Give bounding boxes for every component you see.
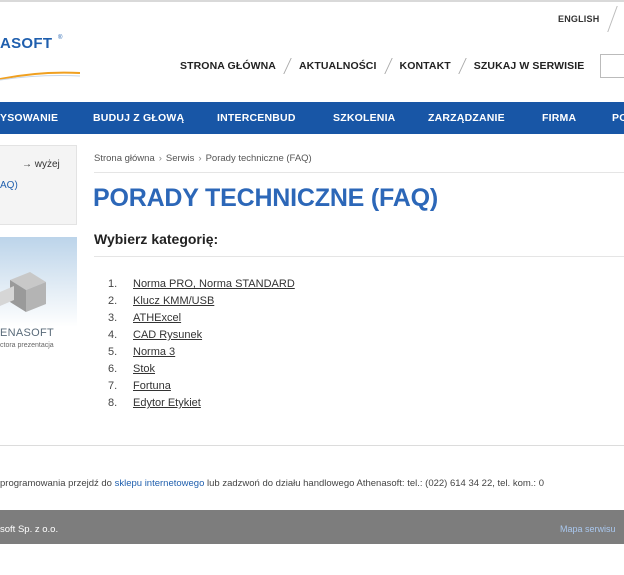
footer-contact-note: programowania przejdź do sklepu internet… <box>0 478 544 489</box>
category-link[interactable]: Norma 3 <box>133 346 175 363</box>
category-link[interactable]: Fortuna <box>133 380 171 397</box>
list-item-number: 3. <box>108 312 118 324</box>
sidebar-up-link[interactable]: → wyżej <box>22 159 60 170</box>
category-link[interactable]: ATHExcel <box>133 312 181 329</box>
athenasoft-logo[interactable]: ASOFT ® <box>0 33 80 93</box>
header-slash-divider <box>607 6 618 32</box>
list-item-number: 7. <box>108 380 118 392</box>
list-item-number: 6. <box>108 363 118 375</box>
top-divider <box>0 0 624 2</box>
breadcrumb-separator: › <box>158 153 162 164</box>
list-item-number: 1. <box>108 278 118 290</box>
category-heading: Wybierz kategorię: <box>94 231 219 247</box>
page-title: PORADY TECHNICZNE (FAQ) <box>93 184 438 212</box>
list-item: 8. Edytor Etykiet <box>108 397 295 414</box>
breadcrumb-divider <box>94 172 624 173</box>
copyright-text: soft Sp. z o.o. <box>0 524 59 535</box>
logo-swoosh-icon <box>0 71 80 81</box>
topnav-separator <box>383 58 393 74</box>
list-item: 6. Stok <box>108 363 295 380</box>
list-item: 5. Norma 3 <box>108 346 295 363</box>
list-item-number: 2. <box>108 295 118 307</box>
list-item: 4. CAD Rysunek <box>108 329 295 346</box>
breadcrumb-separator: › <box>198 153 202 164</box>
list-item: 3. ATHExcel <box>108 312 295 329</box>
category-link[interactable]: CAD Rysunek <box>133 329 202 346</box>
mainnav-item-zarzadzanie[interactable]: ZARZĄDZANIE <box>428 112 505 124</box>
list-item-number: 8. <box>108 397 118 409</box>
list-item-number: 5. <box>108 346 118 358</box>
breadcrumb-home[interactable]: Strona główna <box>94 153 155 164</box>
mainnav-item-buduj-z-glowa[interactable]: BUDUJ Z GŁOWĄ <box>93 112 184 124</box>
sidebar-item-faq[interactable]: AQ) <box>0 180 18 191</box>
content-divider <box>0 445 624 446</box>
category-link[interactable]: Klucz KMM/USB <box>133 295 214 312</box>
list-item: 7. Fortuna <box>108 380 295 397</box>
mainnav-item-more[interactable]: PO <box>612 112 624 124</box>
page-bottom-space <box>0 544 624 575</box>
sitemap-link[interactable]: Mapa serwisu <box>560 524 616 534</box>
logo-text: ASOFT <box>0 35 53 52</box>
category-link[interactable]: Edytor Etykiet <box>133 397 201 414</box>
language-link-english[interactable]: ENGLISH <box>558 14 599 24</box>
breadcrumb-service[interactable]: Serwis <box>166 153 195 164</box>
category-link[interactable]: Stok <box>133 363 155 380</box>
heading-divider <box>94 256 624 257</box>
search-input[interactable] <box>600 54 624 78</box>
topnav-separator <box>283 58 292 74</box>
topnav-home[interactable]: STRONA GŁÓWNA <box>180 60 276 72</box>
topnav-contact[interactable]: KONTAKT <box>400 60 451 72</box>
list-item-number: 4. <box>108 329 118 341</box>
topnav-separator <box>458 58 467 74</box>
mainnav-item-firma[interactable]: FIRMA <box>542 112 576 124</box>
breadcrumb: Strona główna › Serwis › Porady techniczne (… <box>94 153 312 164</box>
footer-note-text: lub zadzwoń do działu handlowego Athenas… <box>204 478 544 489</box>
topnav-search-label: SZUKAJ W SERWISIE <box>473 60 585 72</box>
topnav-news[interactable]: AKTUALNOŚCI <box>299 60 377 72</box>
mainnav-item-intercenbud[interactable]: INTERCENBUD <box>217 112 296 124</box>
banner-title: ENASOFT <box>0 327 55 339</box>
mainnav-item-projektowanie[interactable]: YSOWANIE <box>0 112 58 124</box>
list-item: 1. Norma PRO, Norma STANDARD <box>108 278 295 295</box>
cube-logo-icon <box>0 272 46 312</box>
footer-bar <box>0 510 624 544</box>
main-navigation: YSOWANIE BUDUJ Z GŁOWĄ INTERCENBUD SZKOL… <box>0 102 624 134</box>
footer-note-text: programowania przejdź do <box>0 478 115 489</box>
category-link[interactable]: Norma PRO, Norma STANDARD <box>133 278 295 295</box>
category-list: 1. Norma PRO, Norma STANDARD 2. Klucz KMM/… <box>108 278 295 414</box>
site-header: ENGLISH ASOFT ® STRONA GŁÓWNA AKTUALNOŚC… <box>0 0 624 98</box>
online-shop-link[interactable]: sklepu internetowego <box>115 478 205 489</box>
top-navigation: STRONA GŁÓWNA AKTUALNOŚCI KONTAKT SZUKAJ… <box>180 57 584 75</box>
banner-subtitle: ctora prezentacja <box>0 342 54 349</box>
breadcrumb-current: Porady techniczne (FAQ) <box>205 153 312 164</box>
logo-registered-mark: ® <box>58 35 63 41</box>
list-item: 2. Klucz KMM/USB <box>108 295 295 312</box>
mainnav-item-szkolenia[interactable]: SZKOLENIA <box>333 112 395 124</box>
